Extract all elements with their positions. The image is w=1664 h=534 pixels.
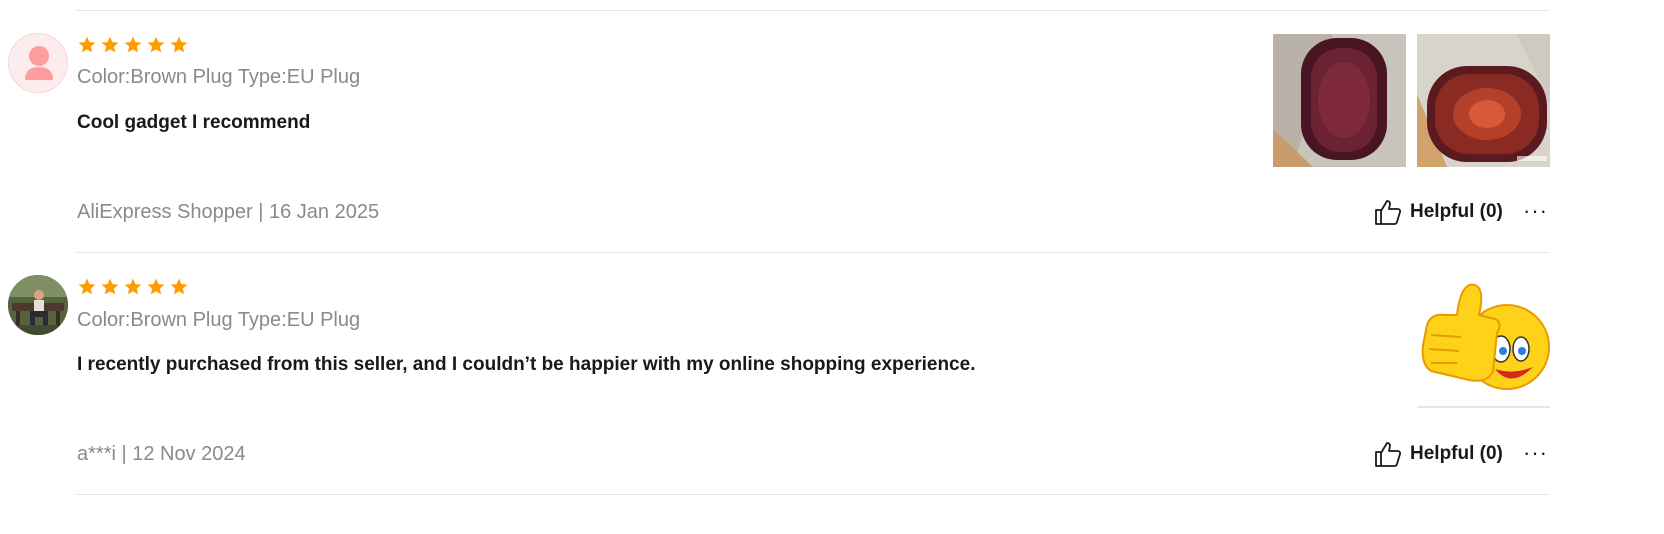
- separator: |: [121, 443, 127, 465]
- rating-stars: [77, 277, 189, 297]
- massager-photo-icon: [1417, 34, 1550, 167]
- review-date: 12 Nov 2024: [132, 443, 246, 465]
- divider: [76, 10, 1550, 11]
- thumbs-up-icon: [1375, 442, 1402, 467]
- more-options-button[interactable]: ···: [1523, 442, 1548, 464]
- more-options-button[interactable]: ···: [1523, 200, 1548, 222]
- star-icon: [170, 36, 188, 53]
- helpful-button[interactable]: Helpful (0): [1374, 198, 1503, 226]
- star-icon: [78, 278, 96, 295]
- helpful-label: Helpful (0): [1410, 201, 1503, 222]
- sku-info: Color:Brown Plug Type:EU Plug: [77, 309, 361, 331]
- user-photo-avatar-icon: [8, 275, 68, 335]
- divider: [76, 494, 1550, 495]
- star-icon: [124, 278, 142, 295]
- reviewer-name: AliExpress Shopper: [77, 201, 253, 223]
- avatar: [8, 33, 68, 93]
- review-photo-1[interactable]: [1273, 34, 1406, 167]
- helpful-label: Helpful (0): [1410, 443, 1503, 464]
- sku-info: Color:Brown Plug Type:EU Plug: [77, 66, 361, 88]
- review-footer: a***i | 12 Nov 2024: [77, 442, 246, 466]
- star-icon: [101, 278, 119, 295]
- review-footer: AliExpress Shopper | 16 Jan 2025: [77, 200, 379, 224]
- review-photo-2[interactable]: [1417, 34, 1550, 167]
- review-text: I recently purchased from this seller, a…: [77, 354, 976, 375]
- review-text: Cool gadget I recommend: [77, 112, 311, 133]
- star-icon: [170, 278, 188, 295]
- separator: |: [258, 201, 264, 223]
- helpful-button[interactable]: Helpful (0): [1374, 440, 1503, 468]
- thumbs-up-icon: [1375, 200, 1402, 225]
- star-icon: [147, 278, 165, 295]
- star-icon: [124, 36, 142, 53]
- star-icon: [78, 36, 96, 53]
- divider: [76, 252, 1550, 253]
- review-date: 16 Jan 2025: [268, 201, 380, 223]
- thumbs-up-emoji-icon: [1417, 275, 1550, 408]
- rating-stars: [77, 35, 189, 55]
- review-photo-1[interactable]: [1417, 275, 1550, 408]
- massager-photo-icon: [1273, 34, 1406, 167]
- star-icon: [101, 36, 119, 53]
- reviewer-name: a***i: [77, 443, 116, 465]
- avatar: [8, 275, 68, 335]
- default-user-avatar-icon: [25, 46, 53, 80]
- star-icon: [147, 36, 165, 53]
